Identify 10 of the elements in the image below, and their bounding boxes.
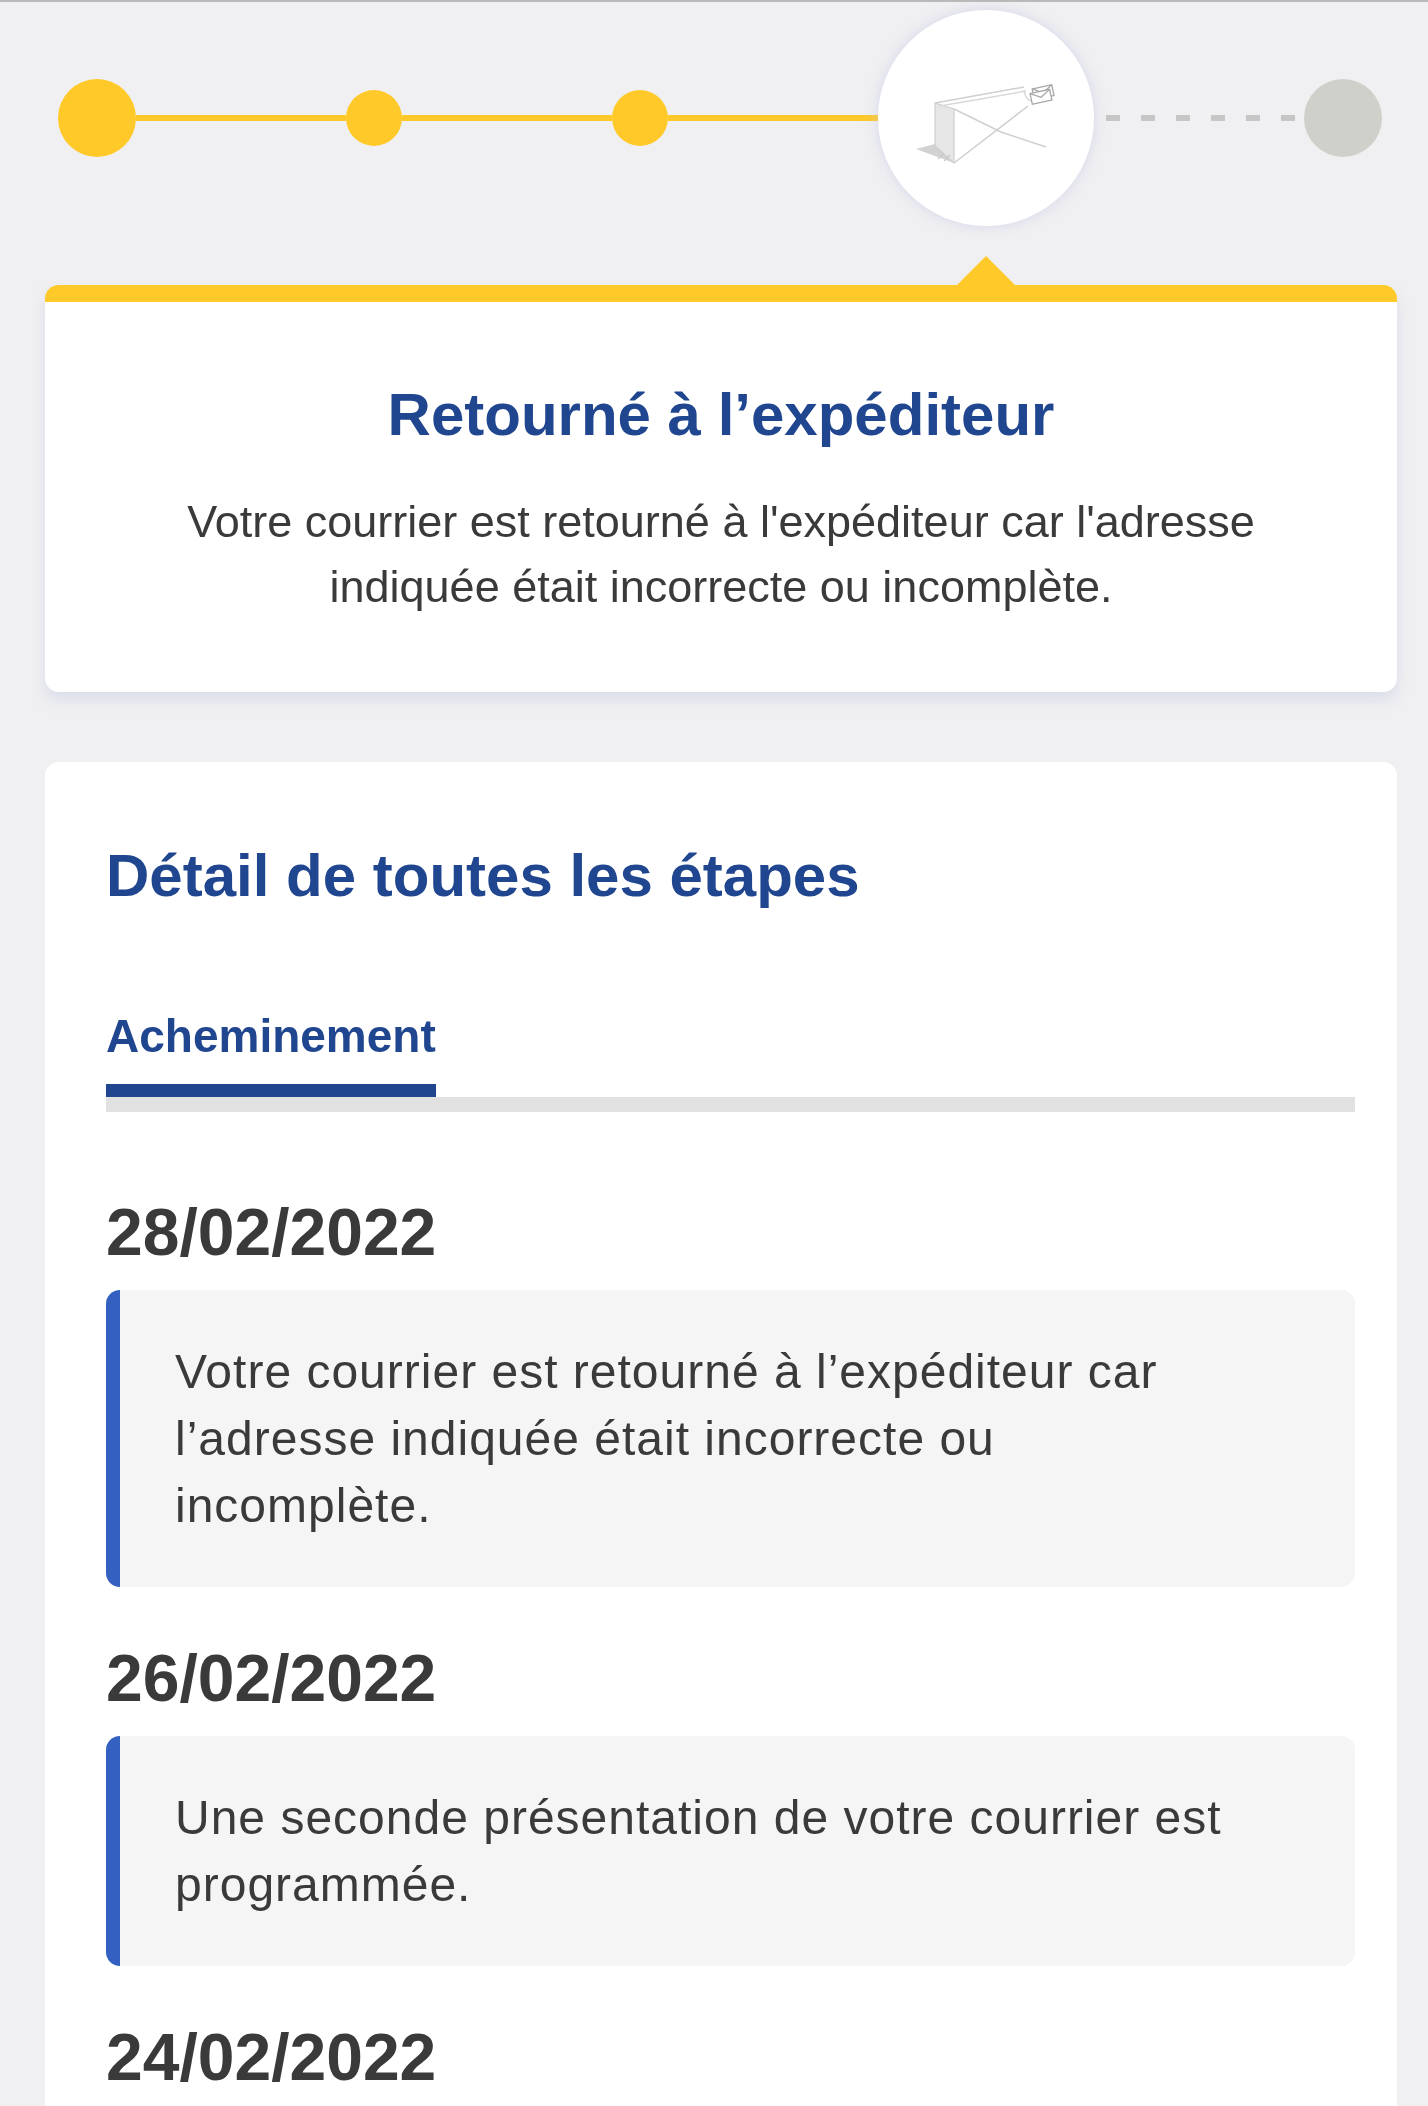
event-date: 26/02/2022 — [106, 1640, 438, 1717]
event-date: 28/02/2022 — [106, 1194, 438, 1271]
event-message: Votre courrier est retourné à l’expéditeur car l’adresse indiquée était incorrecte ou incomplète. — [106, 1290, 1355, 1587]
event-message: Une seconde présentation de votre courrier est programmée. — [106, 1736, 1355, 1966]
section-title: Détail de toutes les étapes — [106, 841, 861, 911]
status-description: Votre courrier est retourné à l'expéditeur car l'adresse indiquée était incorrecte ou incomplète. — [186, 495, 1256, 614]
event-date: 24/02/2022 — [106, 2019, 438, 2096]
status-title: Retourné à l’expéditeur — [386, 380, 1056, 450]
envelope-icon — [916, 82, 1056, 166]
tab[interactable]: Acheminement — [106, 1006, 436, 1097]
